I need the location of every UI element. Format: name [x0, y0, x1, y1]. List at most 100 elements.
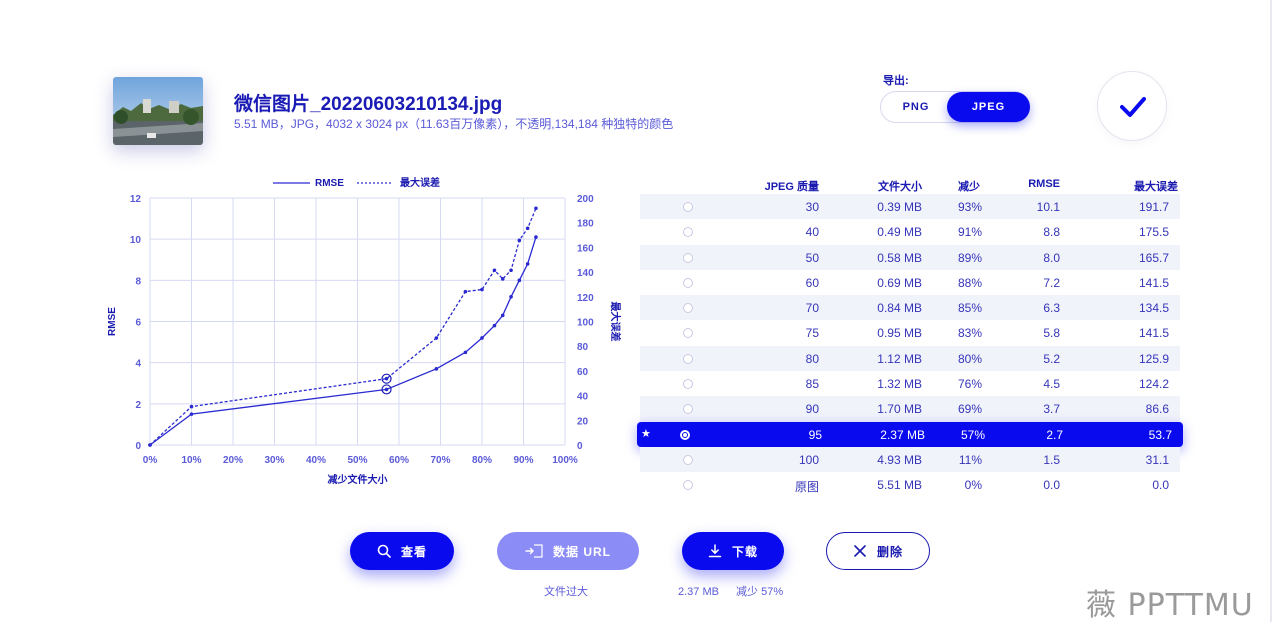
cell-rmse: 1.5: [1043, 452, 1060, 467]
table-row[interactable]: 50 0.58 MB 89% 8.0 165.7: [640, 244, 1180, 270]
row-radio[interactable]: [683, 480, 693, 491]
cell-size: 1.70 MB: [877, 402, 922, 417]
download-icon: [708, 544, 722, 558]
table-row[interactable]: 90 1.70 MB 69% 3.7 86.6: [640, 396, 1180, 422]
cell-rmse: 8.8: [1043, 225, 1060, 240]
quality-table: JPEG 质量 文件大小 减少 RMSE 最大误差 30 0.39 MB 93% 10…: [637, 176, 1183, 498]
table-row[interactable]: 原图 5.51 MB 0% 0.0 0.0: [640, 472, 1180, 497]
row-radio[interactable]: [683, 353, 693, 364]
view-button[interactable]: 查看: [350, 532, 454, 570]
row-radio[interactable]: [683, 328, 693, 339]
cell-size: 0.49 MB: [877, 225, 922, 240]
y-right-tick-label: 180: [577, 219, 594, 230]
y-right-tick-label: 60: [577, 367, 589, 378]
table-row[interactable]: 30 0.39 MB 93% 10.1 191.7: [640, 194, 1180, 220]
data-point: [480, 287, 484, 292]
table-row[interactable]: 40 0.49 MB 91% 8.8 175.5: [640, 219, 1180, 244]
cell-reduction: 88%: [957, 275, 982, 290]
image-thumbnail: [113, 77, 203, 145]
delete-button[interactable]: 删除: [826, 532, 930, 570]
data-point: [384, 376, 389, 381]
cell-size: 1.32 MB: [877, 377, 922, 392]
cell-size: 0.39 MB: [877, 200, 922, 214]
cell-reduction: 89%: [957, 250, 982, 265]
file-meta: 5.51 MB，JPG，4032 x 3024 px（11.63百万像素），不透…: [234, 117, 674, 131]
row-radio[interactable]: [683, 379, 693, 390]
table-row[interactable]: 75 0.95 MB 83% 5.8 141.5: [640, 320, 1180, 345]
cell-reduction: 11%: [958, 452, 982, 467]
row-radio[interactable]: [683, 277, 693, 288]
data-point: [463, 289, 468, 294]
data-point: [534, 235, 538, 239]
y-left-axis-label: RMSE: [107, 307, 118, 336]
table-row[interactable]: ★ 95 2.37 MB 57% 2.7 53.7: [637, 421, 1183, 447]
cell-reduction: 76%: [957, 377, 982, 392]
legend-label-max-error: 最大误差: [400, 176, 440, 189]
format-jpeg-button[interactable]: JPEG: [947, 92, 1030, 122]
cell-quality: 80: [805, 351, 819, 366]
cell-quality: 95: [808, 427, 822, 442]
data-point: [500, 313, 505, 318]
download-note: 2.37 MB 减少 57%: [678, 583, 783, 599]
cell-max-error: 191.7: [1138, 200, 1169, 214]
cell-max-error: 134.5: [1138, 301, 1169, 316]
quality-chart: 0% 10% 20% 30% 40% 50% 60% 70% 80% 90% 100% 0 2 4 6 8 10…: [95, 172, 625, 492]
watermark: 薇 PPTTMU: [1086, 588, 1254, 622]
cell-rmse: 5.2: [1043, 351, 1060, 366]
x-tick-label: 100%: [552, 455, 578, 466]
row-radio[interactable]: [683, 227, 693, 238]
cell-max-error: 0.0: [1152, 478, 1169, 493]
y-left-tick-label: 10: [130, 235, 142, 246]
data-point: [517, 278, 522, 283]
y-right-tick-label: 200: [577, 194, 594, 205]
table-row[interactable]: 70 0.84 MB 85% 6.3 134.5: [640, 295, 1180, 321]
x-tick-label: 60%: [389, 455, 409, 466]
y-right-tick-label: 120: [577, 293, 594, 304]
data-point: [189, 412, 194, 416]
data-point: [492, 323, 497, 328]
x-tick-label: 0%: [143, 455, 158, 466]
row-radio[interactable]: [683, 252, 693, 263]
table-row[interactable]: 80 1.12 MB 80% 5.2 125.9: [640, 345, 1180, 372]
table-row[interactable]: 85 1.32 MB 76% 4.5 124.2: [640, 371, 1180, 396]
data-point: [525, 262, 530, 266]
download-size: 2.37 MB: [678, 586, 719, 598]
cell-reduction: 85%: [957, 301, 982, 316]
cell-rmse: 0.0: [1043, 478, 1060, 493]
y-left-tick-label: 2: [135, 400, 141, 411]
header-reduction: 减少: [958, 181, 980, 193]
x-tick-label: 20%: [223, 455, 243, 466]
cell-rmse: 10.1: [1036, 200, 1060, 214]
data-url-button[interactable]: 数据 URL: [497, 532, 639, 570]
header-max-error: 最大误差: [1134, 181, 1178, 193]
row-radio[interactable]: [680, 429, 690, 440]
confirm-button[interactable]: [1097, 71, 1167, 141]
data-point: [434, 336, 439, 340]
cell-max-error: 125.9: [1138, 351, 1169, 366]
x-axis-label: 减少文件大小: [328, 473, 388, 486]
download-button[interactable]: 下载: [682, 532, 784, 570]
row-radio[interactable]: [683, 303, 693, 314]
cell-reduction: 91%: [957, 225, 982, 240]
format-toggle: PNG JPEG: [880, 91, 1030, 123]
cell-reduction: 93%: [957, 200, 982, 214]
x-tick-label: 30%: [264, 455, 284, 466]
x-tick-label: 50%: [347, 455, 367, 466]
y-right-tick-label: 20: [577, 416, 589, 427]
cell-max-error: 86.6: [1145, 402, 1169, 417]
cell-quality: 40: [805, 225, 819, 240]
data-point: [517, 238, 522, 243]
table-row[interactable]: 100 4.93 MB 11% 1.5 31.1: [640, 446, 1180, 473]
row-radio[interactable]: [683, 202, 693, 212]
row-radio[interactable]: [683, 454, 693, 465]
format-png-button[interactable]: PNG: [881, 92, 951, 122]
y-right-tick-label: 40: [577, 392, 589, 403]
data-point: [500, 277, 505, 281]
series-line-max-error: [149, 208, 537, 446]
cell-rmse: 7.2: [1043, 275, 1060, 290]
cell-size: 0.95 MB: [877, 326, 922, 341]
row-radio[interactable]: [683, 404, 693, 415]
download-label: 下载: [731, 544, 758, 559]
table-row[interactable]: 60 0.69 MB 88% 7.2 141.5: [640, 270, 1180, 295]
data-url-label: 数据 URL: [553, 544, 611, 559]
